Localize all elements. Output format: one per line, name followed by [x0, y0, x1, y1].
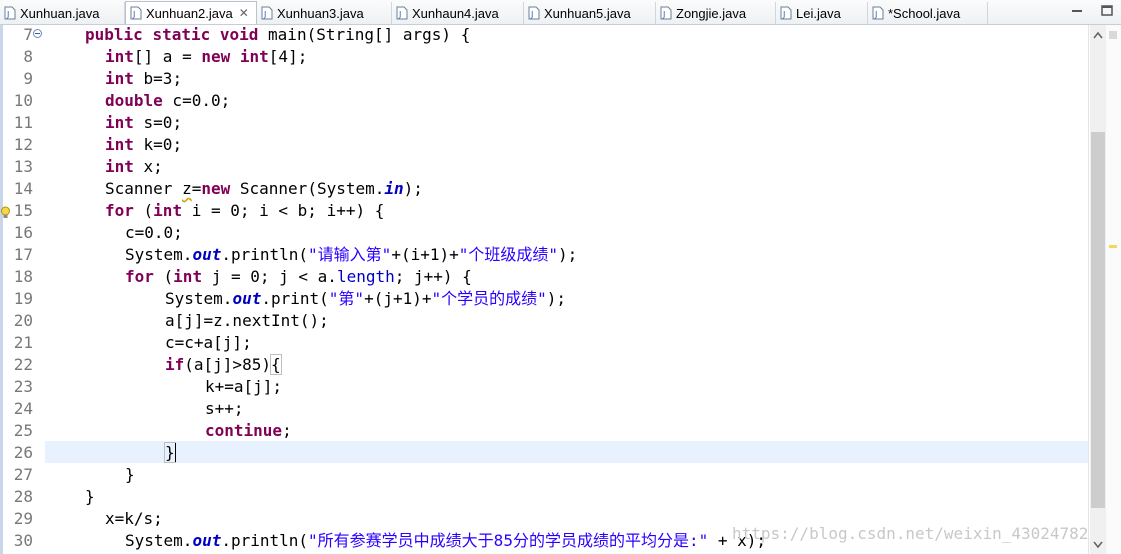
scroll-down-icon[interactable] — [1093, 541, 1103, 549]
code-line-12: int k=0; — [105, 135, 183, 154]
line-number: 21 — [13, 333, 33, 352]
maximize-icon[interactable] — [1099, 4, 1115, 18]
code-line-15: for (int i = 0; i < b; i++) { — [105, 201, 385, 220]
code-line-26: } — [164, 442, 176, 463]
scrollbar-thumb[interactable] — [1091, 132, 1105, 508]
minimize-icon[interactable] — [1069, 4, 1085, 18]
line-number: 18 — [13, 267, 33, 286]
code-line-18: for (int j = 0; j < a.length; j++) { — [125, 267, 472, 286]
code-line-23: k+=a[j]; — [205, 377, 283, 396]
code-line-20: a[j]=z.nextInt(); — [165, 311, 329, 330]
svg-text:J: J — [782, 10, 785, 19]
line-number: 20 — [13, 311, 33, 330]
overview-ruler-summary-icon — [1109, 31, 1117, 39]
current-line-highlight — [45, 441, 1088, 463]
tab-label: Xunhuan5.java — [544, 5, 631, 21]
tab-xunhuan[interactable]: J Xunhuan.java — [0, 2, 125, 24]
svg-text:J: J — [398, 10, 401, 19]
line-number: 17 — [13, 245, 33, 264]
code-line-13: int x; — [105, 157, 163, 176]
code-line-22: if(a[j]>85){ — [165, 354, 282, 375]
tab-lei[interactable]: J Lei.java — [776, 2, 868, 24]
code-line-16: c=0.0; — [125, 223, 183, 242]
code-line-21: c=c+a[j]; — [165, 333, 252, 352]
code-line-9: int b=3; — [105, 69, 183, 88]
code-line-17: System.out.println("请输入第"+(i+1)+"个班级成绩")… — [125, 245, 578, 264]
fold-toggle-icon[interactable] — [33, 29, 42, 38]
vertical-scrollbar[interactable] — [1090, 25, 1106, 554]
warning-lightbulb-icon[interactable] — [0, 206, 11, 219]
code-line-24: s++; — [205, 399, 244, 418]
line-number: 23 — [13, 377, 33, 396]
line-number: 14 — [13, 179, 33, 198]
line-number: 16 — [13, 223, 33, 242]
editor-tab-bar: J Xunhuan.java J Xunhuan2.java ✕ J Xunhu… — [0, 0, 1121, 25]
java-file-icon: J — [780, 6, 792, 20]
tab-label: Xunhuan2.java — [146, 5, 233, 21]
close-icon[interactable]: ✕ — [239, 6, 249, 20]
svg-text:J: J — [6, 10, 9, 19]
line-number: 10 — [13, 91, 33, 110]
line-number: 29 — [13, 509, 33, 528]
line-number: 22 — [13, 355, 33, 374]
code-line-19: System.out.print("第"+(j+1)+"个学员的成绩"); — [165, 289, 567, 308]
scroll-up-icon[interactable] — [1093, 31, 1103, 39]
line-number-gutter: 7 8 9 10 11 12 13 14 15 16 17 18 19 20 2… — [0, 25, 45, 554]
watermark: https://blog.csdn.net/weixin_43024782 — [732, 524, 1089, 543]
line-number: 13 — [13, 157, 33, 176]
java-file-icon: J — [130, 6, 142, 20]
code-line-10: double c=0.0; — [105, 91, 231, 110]
tab-label: Xunhuan.java — [20, 5, 100, 21]
tab-xunhuan5[interactable]: J Xunhuan5.java — [524, 2, 656, 24]
code-line-29: x=k/s; — [105, 509, 163, 528]
line-number: 26 — [13, 443, 33, 462]
line-number: 30 — [13, 531, 33, 550]
text-caret — [175, 443, 176, 462]
tab-label: Zongjie.java — [676, 5, 747, 21]
java-file-icon: J — [872, 6, 884, 20]
line-number: 11 — [13, 113, 33, 132]
java-file-icon: J — [396, 6, 408, 20]
tab-school[interactable]: J *School.java — [868, 2, 988, 24]
tab-xunhuan3[interactable]: J Xunhuan3.java — [257, 2, 392, 24]
svg-text:J: J — [132, 10, 135, 19]
tab-label: *School.java — [888, 5, 961, 21]
svg-text:J: J — [874, 10, 877, 19]
svg-text:J: J — [530, 10, 533, 19]
line-number: 19 — [13, 289, 33, 308]
warning-marker[interactable] — [1109, 245, 1117, 248]
tab-label: Lei.java — [796, 5, 841, 21]
line-number: 8 — [23, 47, 33, 66]
java-file-icon: J — [660, 6, 672, 20]
line-number: 12 — [13, 135, 33, 154]
code-line-8: int[] a = new int[4]; — [105, 47, 308, 66]
line-number: 25 — [13, 421, 33, 440]
line-number: 7 — [23, 25, 33, 44]
editor-window-controls — [1069, 4, 1115, 18]
code-line-25: continue; — [205, 421, 292, 440]
code-editor[interactable]: public static void main(String[] args) {… — [45, 25, 1088, 554]
java-file-icon: J — [4, 6, 16, 20]
code-line-14: Scanner z=new Scanner(System.in); — [105, 179, 423, 198]
code-line-7: public static void main(String[] args) { — [85, 25, 471, 44]
code-line-28: } — [85, 487, 95, 506]
code-line-11: int s=0; — [105, 113, 183, 132]
tab-label: Xunhuan3.java — [277, 5, 364, 21]
tab-label: Xunhaun4.java — [412, 5, 499, 21]
line-number: 28 — [13, 487, 33, 506]
code-line-27: } — [125, 465, 135, 484]
code-line-30: System.out.println("所有参赛学员中成绩大于85分的学员成绩的… — [125, 531, 767, 550]
tab-xunhaun4[interactable]: J Xunhaun4.java — [392, 2, 524, 24]
line-number: 9 — [23, 69, 33, 88]
java-file-icon: J — [261, 6, 273, 20]
svg-text:J: J — [263, 10, 266, 19]
line-number: 24 — [13, 399, 33, 418]
svg-text:J: J — [662, 10, 665, 19]
line-number: 27 — [13, 465, 33, 484]
tab-xunhuan2[interactable]: J Xunhuan2.java ✕ — [125, 1, 257, 24]
java-file-icon: J — [528, 6, 540, 20]
overview-ruler[interactable] — [1106, 25, 1121, 554]
tab-zongjie[interactable]: J Zongjie.java — [656, 2, 776, 24]
